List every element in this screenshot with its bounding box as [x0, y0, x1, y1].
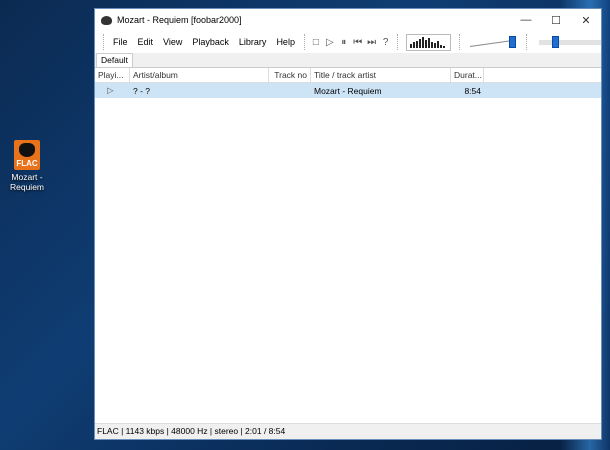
toolbar-separator	[526, 34, 528, 50]
previous-button[interactable]: ⏮	[351, 37, 365, 48]
playing-indicator-icon: ▷	[107, 85, 114, 95]
desktop-icon-label: Mozart - Requiem	[9, 172, 45, 192]
column-header-playing[interactable]: Playi...	[95, 67, 130, 83]
column-header-title[interactable]: Title / track artist	[311, 67, 451, 83]
menu-file[interactable]: File	[108, 37, 133, 47]
menu-library[interactable]: Library	[234, 37, 272, 47]
table-row[interactable]: ▷ ? - ? Mozart - Requiem 8:54	[95, 83, 601, 98]
playlist-header: Playi... Artist/album Track no Title / t…	[95, 67, 601, 83]
column-header-track-no[interactable]: Track no	[269, 67, 311, 83]
cell-duration: 8:54	[464, 85, 481, 96]
seek-bar-thumb[interactable]	[551, 35, 559, 48]
cell-artist-album: ? - ?	[133, 85, 151, 96]
toolbar-separator	[303, 34, 305, 50]
seek-bar[interactable]	[539, 34, 601, 51]
playlist-view: Playi... Artist/album Track no Title / t…	[95, 67, 601, 98]
close-button[interactable]: ✕	[571, 14, 601, 27]
foobar2000-window: Mozart - Requiem [foobar2000] — ☐ ✕ File…	[94, 8, 602, 440]
toolbar-separator	[396, 34, 398, 50]
minimize-button[interactable]: —	[511, 14, 541, 27]
status-bar: FLAC | 1143 kbps | 48000 Hz | stereo | 2…	[95, 423, 601, 439]
stop-button[interactable]: □	[309, 37, 323, 48]
cell-title: Mozart - Requiem	[314, 85, 382, 96]
menu-playback[interactable]: Playback	[187, 37, 234, 47]
random-button[interactable]: ?	[379, 37, 393, 48]
volume-slider-thumb[interactable]	[509, 35, 517, 48]
toolbar-grip	[103, 34, 104, 50]
pause-button[interactable]: ⏸	[337, 37, 351, 48]
column-header-artist-album[interactable]: Artist/album	[130, 67, 269, 83]
toolbar-separator	[459, 34, 461, 50]
next-button[interactable]: ⏭	[365, 37, 379, 48]
volume-slider[interactable]	[468, 34, 518, 51]
flac-file-icon: FLAC	[14, 140, 40, 170]
menu-view[interactable]: View	[158, 37, 187, 47]
menu-help[interactable]: Help	[271, 37, 300, 47]
title-bar[interactable]: Mozart - Requiem [foobar2000] — ☐ ✕	[95, 9, 601, 31]
spectrum-visualizer	[405, 33, 452, 51]
window-title: Mozart - Requiem [foobar2000]	[117, 15, 242, 25]
foobar-app-icon	[101, 15, 112, 25]
desktop-icon-mozart-requiem[interactable]: FLAC Mozart - Requiem	[6, 140, 48, 192]
play-button[interactable]: ▷	[323, 37, 337, 48]
playlist-tabs: Default	[95, 53, 601, 68]
menu-edit[interactable]: Edit	[133, 37, 159, 47]
column-header-duration[interactable]: Durat...	[451, 67, 484, 83]
tab-default[interactable]: Default	[96, 53, 133, 67]
maximize-button[interactable]: ☐	[541, 14, 571, 27]
menu-bar: File Edit View Playback Library Help □ ▷…	[95, 31, 601, 53]
